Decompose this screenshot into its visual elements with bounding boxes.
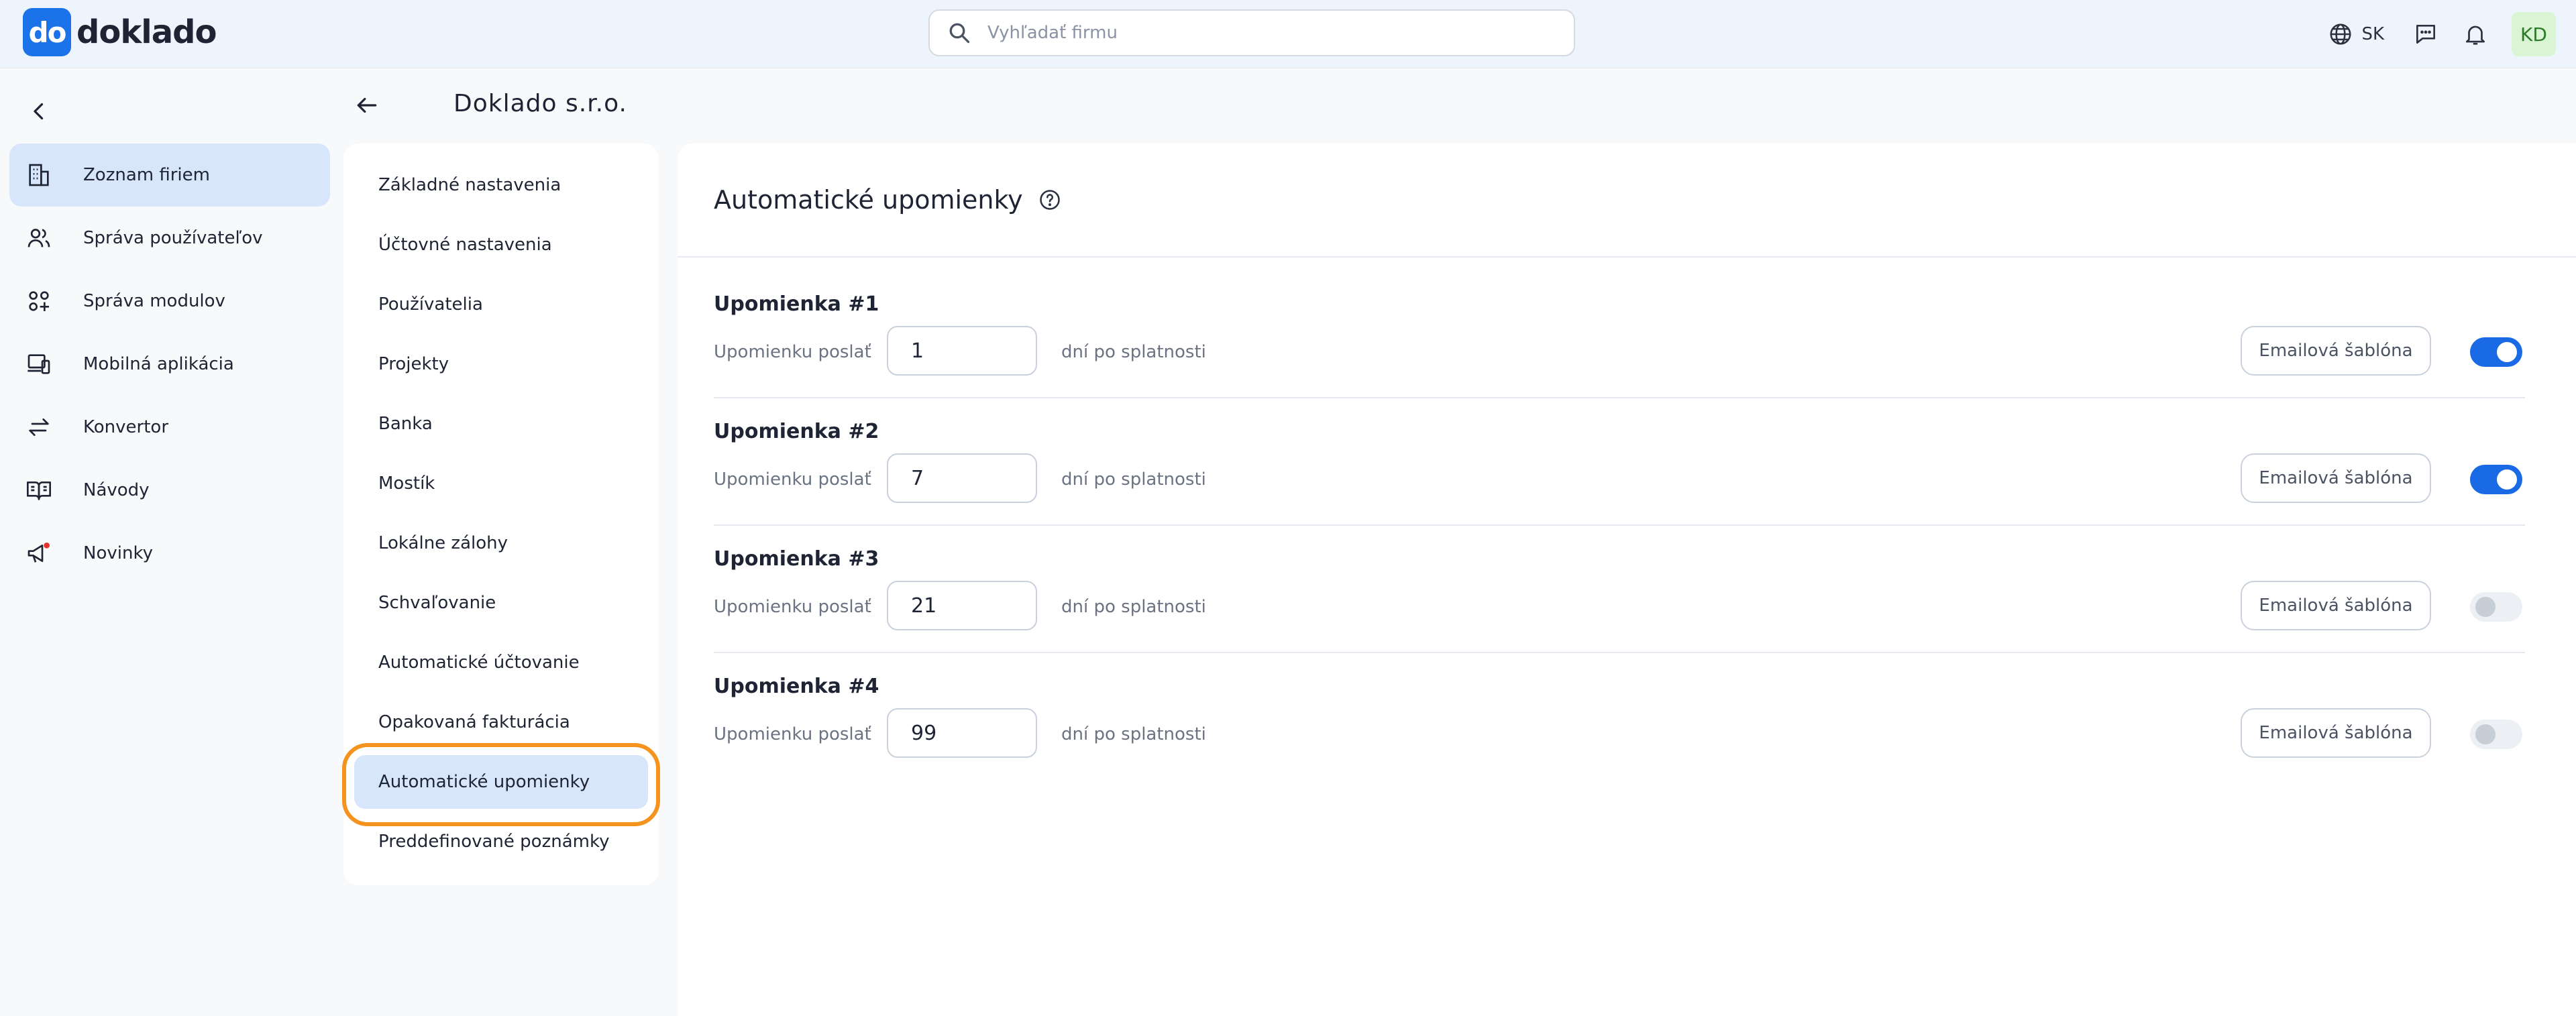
notifications-button[interactable]: [2462, 21, 2489, 48]
sidebar-item-label: Správa modulov: [83, 291, 225, 311]
toggle-knob: [2497, 342, 2517, 362]
sidebar-item-guides[interactable]: Návody: [9, 459, 330, 522]
sidebar-item-news[interactable]: Novinky: [9, 522, 330, 585]
settings-item-bridge[interactable]: Mostík: [354, 457, 648, 510]
reminder-days-input[interactable]: [887, 581, 1037, 630]
collapse-sidebar-icon[interactable]: [27, 99, 51, 123]
modules-icon: [29, 291, 49, 311]
search-input[interactable]: [987, 23, 1538, 43]
help-icon[interactable]: [1038, 188, 1062, 212]
messages-button[interactable]: [2412, 21, 2439, 48]
back-arrow-icon[interactable]: [354, 93, 380, 118]
converter-icon: [29, 418, 49, 436]
top-right-tools: SK KD: [2328, 12, 2556, 56]
mobile-app-icon: [28, 354, 50, 374]
language-switcher[interactable]: SK: [2328, 21, 2384, 47]
settings-item-bank[interactable]: Banka: [354, 397, 648, 451]
settings-item-accounting[interactable]: Účtovné nastavenia: [354, 218, 648, 272]
reminder-toggle[interactable]: [2470, 465, 2522, 494]
reminder-row-2: Upomienka #2 Upomienku poslať dní po spl…: [714, 398, 2525, 526]
sidebar: Zoznam firiem Správa používateľov Správa…: [9, 144, 330, 585]
settings-menu: Základné nastavenia Účtovné nastavenia P…: [343, 144, 659, 885]
reminder-days-input[interactable]: [887, 708, 1037, 758]
reminder-send-label: Upomienku poslať: [714, 469, 871, 490]
page-title-text: Automatické upomienky: [714, 185, 1023, 215]
sidebar-item-modules[interactable]: Správa modulov: [9, 270, 330, 333]
language-label: SK: [2361, 24, 2384, 44]
settings-item-basic[interactable]: Základné nastavenia: [354, 158, 648, 212]
sidebar-item-companies[interactable]: Zoznam firiem: [9, 144, 330, 207]
settings-item-predefined-notes[interactable]: Preddefinované poznámky: [354, 815, 648, 868]
reminder-toggle[interactable]: [2470, 592, 2522, 622]
toggle-knob: [2497, 469, 2517, 490]
reminder-after-label: dní po splatnosti: [1061, 597, 1206, 617]
panel-header: Automatické upomienky: [678, 144, 2576, 258]
toggle-knob: [2475, 597, 2496, 617]
top-bar: do doklado SK KD: [0, 0, 2576, 68]
reminder-toggle[interactable]: [2470, 337, 2522, 367]
users-icon: [28, 229, 50, 247]
settings-item-approval[interactable]: Schvaľovanie: [354, 576, 648, 630]
company-title: Doklado s.r.o.: [453, 90, 627, 117]
avatar[interactable]: KD: [2512, 12, 2556, 56]
reminder-send-label: Upomienku poslať: [714, 597, 871, 617]
chat-icon: [2416, 24, 2436, 44]
sidebar-item-converter[interactable]: Konvertor: [9, 396, 330, 459]
email-template-button[interactable]: Emailová šablóna: [2241, 708, 2431, 758]
sidebar-item-label: Novinky: [83, 543, 153, 563]
reminder-after-label: dní po splatnosti: [1061, 724, 1206, 744]
sidebar-item-label: Návody: [83, 480, 150, 500]
bell-icon: [2465, 25, 2485, 45]
email-template-button[interactable]: Emailová šablóna: [2241, 453, 2431, 503]
logo-text: doklado: [76, 13, 217, 51]
reminder-row-3: Upomienka #3 Upomienku poslať dní po spl…: [714, 526, 2525, 653]
megaphone-icon: [28, 543, 50, 563]
building-icon: [29, 164, 49, 186]
sidebar-item-label: Správa používateľov: [83, 228, 263, 248]
reminders-panel: Automatické upomienky Upomienka #1 Upomi…: [678, 144, 2576, 1016]
reminder-send-label: Upomienku poslať: [714, 724, 871, 744]
email-template-button[interactable]: Emailová šablóna: [2241, 326, 2431, 376]
page-title: Automatické upomienky: [714, 185, 1062, 215]
reminder-days-input[interactable]: [887, 326, 1037, 376]
settings-item-projects[interactable]: Projekty: [354, 337, 648, 391]
sidebar-item-label: Zoznam firiem: [83, 165, 210, 185]
email-template-button[interactable]: Emailová šablóna: [2241, 581, 2431, 630]
reminder-title: Upomienka #2: [714, 420, 879, 443]
search-icon: [949, 23, 970, 44]
reminder-title: Upomienka #1: [714, 292, 879, 316]
toggle-knob: [2475, 724, 2496, 744]
reminder-after-label: dní po splatnosti: [1061, 342, 1206, 362]
sidebar-item-label: Konvertor: [83, 417, 169, 437]
reminder-row-4: Upomienka #4 Upomienku poslať dní po spl…: [714, 653, 2525, 781]
book-icon: [27, 482, 51, 500]
logo[interactable]: do doklado: [23, 8, 217, 56]
settings-item-recurring-invoicing[interactable]: Opakovaná fakturácia: [354, 695, 648, 749]
search-box: [928, 9, 1575, 56]
reminder-title: Upomienka #4: [714, 675, 879, 698]
reminder-row-1: Upomienka #1 Upomienku poslať dní po spl…: [714, 271, 2525, 398]
sidebar-item-users[interactable]: Správa používateľov: [9, 207, 330, 270]
globe-icon: [2330, 23, 2351, 45]
reminder-title: Upomienka #3: [714, 547, 879, 571]
settings-item-users[interactable]: Používatelia: [354, 278, 648, 331]
settings-item-local-backups[interactable]: Lokálne zálohy: [354, 516, 648, 570]
settings-item-auto-reminders[interactable]: Automatické upomienky: [354, 755, 648, 809]
reminder-send-label: Upomienku poslať: [714, 342, 871, 362]
sidebar-item-label: Mobilná aplikácia: [83, 354, 234, 374]
logo-mark: do: [23, 8, 71, 56]
reminder-toggle[interactable]: [2470, 720, 2522, 749]
reminder-after-label: dní po splatnosti: [1061, 469, 1206, 490]
reminder-days-input[interactable]: [887, 453, 1037, 503]
settings-item-auto-accounting[interactable]: Automatické účtovanie: [354, 636, 648, 689]
sidebar-item-mobile-app[interactable]: Mobilná aplikácia: [9, 333, 330, 396]
